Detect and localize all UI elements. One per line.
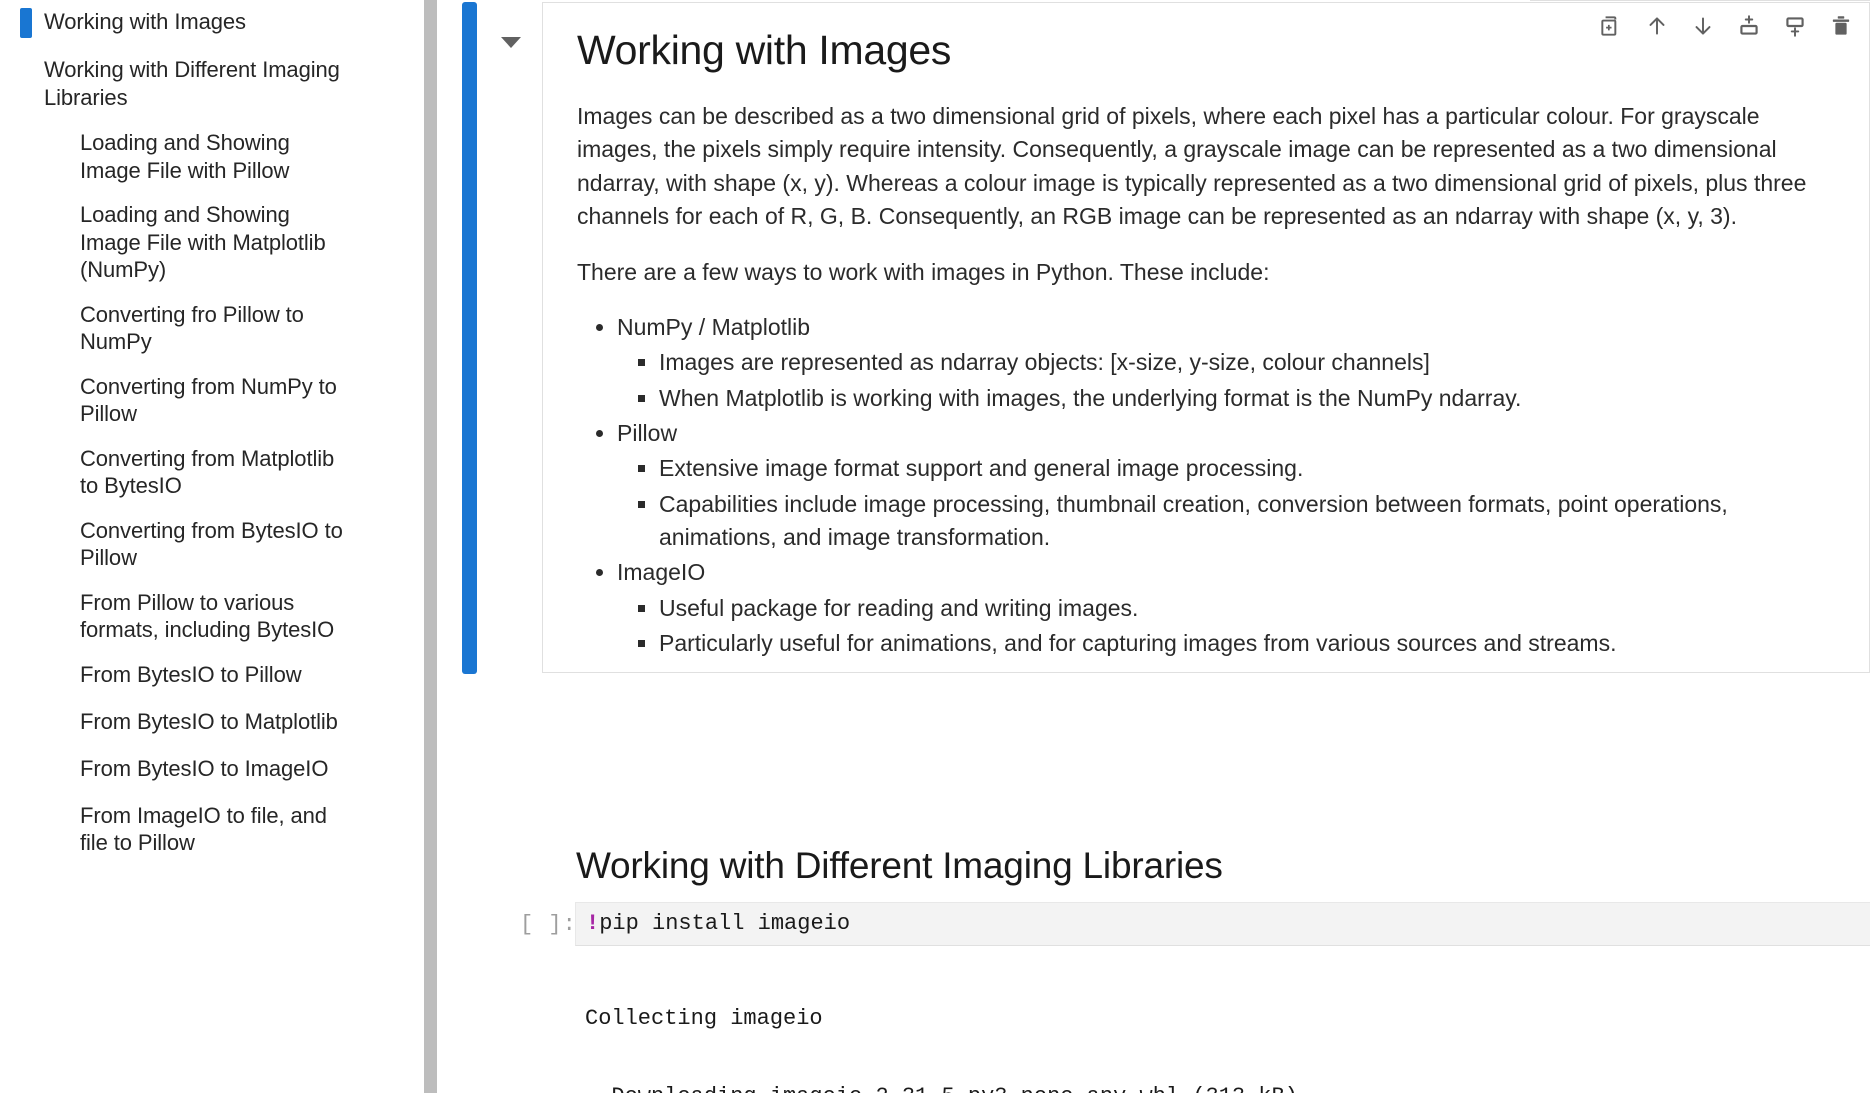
toc-item-imageio-to-file[interactable]: From ImageIO to file, and file to Pillow — [0, 798, 424, 861]
toc-item-working-with-different-imaging-libraries[interactable]: Working with Different Imaging Libraries — [0, 52, 424, 115]
toc-item-label: Working with Different Imaging Libraries — [44, 57, 340, 110]
toc-item-loading-showing-matplotlib[interactable]: Loading and Showing Image File with Matp… — [0, 197, 424, 288]
toc-item-label: Loading and Showing Image File with Pill… — [80, 130, 290, 183]
toc-item-label: Converting fro Pillow to NumPy — [80, 301, 304, 355]
toc-item-working-with-images[interactable]: Working with Images — [0, 4, 424, 42]
library-sublist: Extensive image format support and gener… — [617, 452, 1835, 554]
list-item: Images are represented as ndarray object… — [659, 346, 1835, 379]
toc-item-label: Converting from BytesIO to Pillow — [80, 517, 343, 571]
list-item: Extensive image format support and gener… — [659, 452, 1835, 485]
list-item: Useful package for reading and writing i… — [659, 592, 1835, 625]
library-list: NumPy / Matplotlib Images are represente… — [577, 311, 1835, 660]
library-sublist: Images are represented as ndarray object… — [617, 346, 1835, 415]
jupyterlab-notebook-window: Working with Images Working with Differe… — [0, 0, 1870, 1093]
list-item-label: NumPy / Matplotlib — [617, 313, 811, 340]
output-line: Collecting imageio — [585, 1005, 823, 1031]
toc-item-bytesio-to-imageio[interactable]: From BytesIO to ImageIO — [0, 751, 424, 789]
insert-cell-above-icon[interactable] — [1726, 3, 1772, 49]
toc-item-converting-numpy-to-pillow[interactable]: Converting from NumPy to Pillow — [0, 369, 424, 432]
toc-marker — [20, 56, 32, 111]
toc-item-bytesio-to-pillow[interactable]: From BytesIO to Pillow — [0, 657, 424, 695]
toc-marker — [20, 517, 32, 572]
toc-marker — [20, 589, 32, 644]
toc-active-marker — [20, 8, 32, 38]
active-cell-indicator — [462, 2, 477, 674]
toc-item-label: From BytesIO to Matplotlib — [80, 708, 338, 734]
toc-marker — [20, 129, 32, 184]
toc-marker — [20, 755, 32, 785]
toc-marker — [20, 301, 32, 356]
toc-item-label: From BytesIO to Pillow — [80, 661, 302, 687]
toc-item-label: Working with Images — [44, 9, 246, 34]
toc-marker — [20, 445, 32, 500]
toc-marker — [20, 708, 32, 738]
toc-marker — [20, 373, 32, 428]
toc-item-label: Converting from NumPy to Pillow — [80, 373, 337, 427]
intro-paragraph: Images can be described as a two dimensi… — [577, 103, 1807, 230]
list-intro-paragraph: There are a few ways to work with images… — [577, 258, 1270, 285]
list-item: ImageIO Useful package for reading and w… — [617, 556, 1835, 660]
toc-item-converting-bytesio-to-pillow[interactable]: Converting from BytesIO to Pillow — [0, 513, 424, 576]
code-output-area: Collecting imageio Downloading imageio-2… — [575, 954, 1870, 1093]
duplicate-cell-icon[interactable] — [1588, 3, 1634, 49]
toc-item-label: Loading and Showing Image File with Matp… — [80, 202, 326, 282]
toc-item-label: Converting from Matplotlib to BytesIO — [80, 445, 335, 499]
move-cell-down-icon[interactable] — [1680, 3, 1726, 49]
toc-item-pillow-to-various-formats[interactable]: From Pillow to various formats, includin… — [0, 585, 424, 648]
output-line: Downloading imageio-2.31.5-py3-none-any.… — [585, 1084, 1870, 1093]
toc-item-loading-showing-pillow[interactable]: Loading and Showing Image File with Pill… — [0, 125, 424, 188]
sidebar-resize-divider[interactable] — [424, 0, 437, 1093]
code-input-editor[interactable]: !pip install imageio — [575, 902, 1870, 946]
toc-item-label: From BytesIO to ImageIO — [80, 755, 329, 781]
move-cell-up-icon[interactable] — [1634, 3, 1680, 49]
code-text: pip install imageio — [599, 911, 851, 936]
toc-item-converting-pillow-to-numpy[interactable]: Converting fro Pillow to NumPy — [0, 297, 424, 360]
table-of-contents-panel[interactable]: Working with Images Working with Differe… — [0, 0, 424, 1093]
list-item-label: ImageIO — [617, 559, 706, 586]
list-item: Capabilities include image processing, t… — [659, 488, 1835, 555]
toc-item-converting-matplotlib-to-bytesio[interactable]: Converting from Matplotlib to BytesIO — [0, 441, 424, 504]
toc-item-label: From Pillow to various formats, includin… — [80, 589, 335, 643]
code-cell[interactable]: [ ]: !pip install imageio Collecting ima… — [437, 902, 1870, 1093]
markdown-cell[interactable]: Working with Images Images can be descri… — [542, 2, 1870, 673]
library-sublist: Useful package for reading and writing i… — [617, 592, 1835, 661]
toc-item-bytesio-to-matplotlib[interactable]: From BytesIO to Matplotlib — [0, 704, 424, 742]
caret-down-icon[interactable] — [501, 37, 521, 48]
notebook-content-area: Working with Images Images can be descri… — [437, 0, 1870, 1093]
cell-toolbar — [1588, 0, 1870, 52]
insert-cell-below-icon[interactable] — [1772, 3, 1818, 49]
delete-cell-icon[interactable] — [1818, 3, 1864, 49]
list-item: When Matplotlib is working with images, … — [659, 382, 1835, 415]
toc-item-label: From ImageIO to file, and file to Pillow — [80, 802, 327, 856]
list-item-label: Pillow — [617, 419, 678, 446]
toc-marker — [20, 802, 32, 857]
list-item: NumPy / Matplotlib Images are represente… — [617, 311, 1835, 415]
toc-marker — [20, 201, 32, 284]
execution-count-prompt: [ ]: — [520, 912, 577, 937]
list-item: Pillow Extensive image format support an… — [617, 417, 1835, 554]
toc-marker — [20, 661, 32, 691]
section-heading: Working with Different Imaging Libraries — [576, 845, 1223, 886]
shell-escape-token: ! — [586, 911, 600, 936]
list-item: Particularly useful for animations, and … — [659, 627, 1835, 660]
